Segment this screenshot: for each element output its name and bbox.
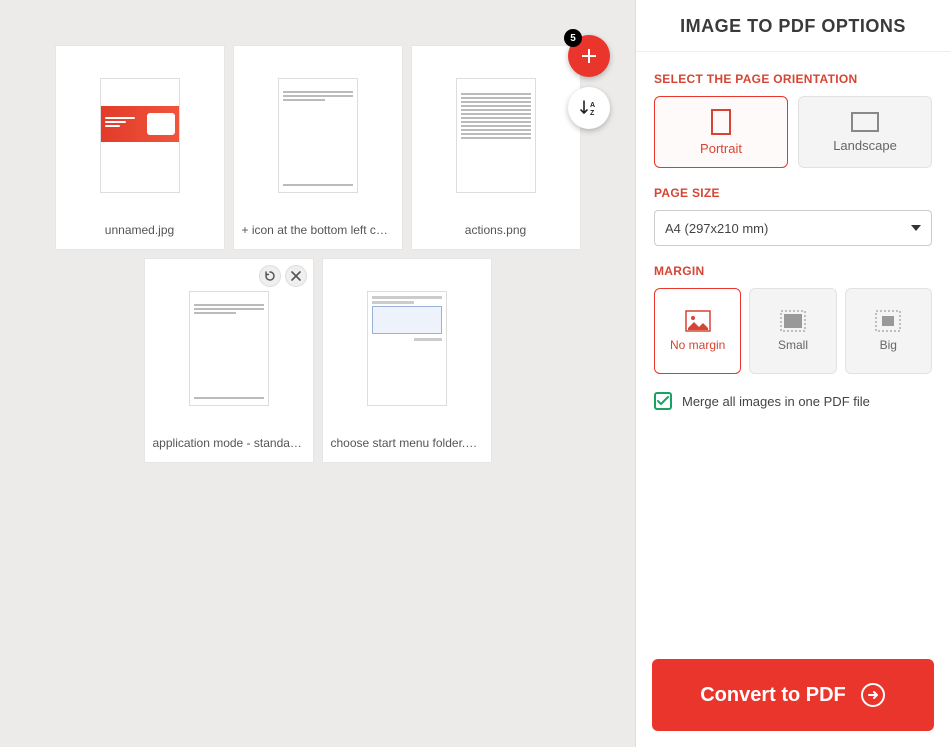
image-icon — [685, 310, 711, 332]
convert-button[interactable]: Convert to PDF — [652, 659, 934, 731]
portrait-icon — [711, 109, 731, 135]
margin-options: No margin Small Big — [654, 288, 932, 374]
landscape-icon — [851, 112, 879, 132]
file-preview — [367, 291, 447, 406]
file-preview — [456, 78, 536, 193]
pagesize-select[interactable]: A4 (297x210 mm) — [654, 210, 932, 246]
file-card[interactable]: choose start menu folder.png — [322, 258, 492, 463]
merge-checkbox[interactable] — [654, 392, 672, 410]
arrow-circle-right-icon — [860, 682, 886, 708]
file-card[interactable]: + icon at the bottom left corner... — [233, 45, 403, 250]
check-icon — [657, 395, 669, 407]
convert-label: Convert to PDF — [700, 684, 846, 707]
orientation-options: Portrait Landscape — [654, 96, 932, 168]
file-name: actions.png — [412, 223, 580, 237]
margin-label: MARGIN — [654, 264, 932, 278]
option-label: Landscape — [833, 138, 897, 153]
add-files-button[interactable]: 5 — [568, 35, 610, 77]
svg-text:Z: Z — [590, 110, 595, 117]
merge-label: Merge all images in one PDF file — [682, 394, 870, 409]
file-name: + icon at the bottom left corner... — [234, 223, 402, 237]
options-panel: IMAGE TO PDF OPTIONS SELECT THE PAGE ORI… — [635, 0, 950, 747]
file-name: choose start menu folder.png — [323, 436, 491, 450]
panel-body: SELECT THE PAGE ORIENTATION Portrait Lan… — [636, 52, 950, 643]
option-label: No margin — [670, 338, 725, 352]
file-preview — [189, 291, 269, 406]
margin-big[interactable]: Big — [845, 288, 932, 374]
orientation-landscape[interactable]: Landscape — [798, 96, 932, 168]
caret-down-icon — [911, 225, 921, 231]
option-label: Big — [880, 338, 897, 352]
file-preview — [278, 78, 358, 193]
thumb-actions — [259, 265, 307, 287]
file-name: application mode - standard p... — [145, 436, 313, 450]
file-card[interactable]: actions.png — [411, 45, 581, 250]
rotate-button[interactable] — [259, 265, 281, 287]
pagesize-label: PAGE SIZE — [654, 186, 932, 200]
file-card[interactable]: application mode - standard p... — [144, 258, 314, 463]
remove-button[interactable] — [285, 265, 307, 287]
sort-az-icon: A Z — [578, 97, 600, 119]
panel-title: IMAGE TO PDF OPTIONS — [636, 0, 950, 52]
orientation-portrait[interactable]: Portrait — [654, 96, 788, 168]
file-thumbnail-grid: unnamed.jpg + icon at the bottom left cor… — [38, 45, 598, 463]
orientation-label: SELECT THE PAGE ORIENTATION — [654, 72, 932, 86]
margin-small[interactable]: Small — [749, 288, 836, 374]
pagesize-value: A4 (297x210 mm) — [665, 221, 768, 236]
file-card[interactable]: unnamed.jpg — [55, 45, 225, 250]
workspace: unnamed.jpg + icon at the bottom left cor… — [0, 0, 635, 747]
margin-none[interactable]: No margin — [654, 288, 741, 374]
file-count-badge: 5 — [564, 29, 582, 47]
file-preview — [100, 78, 180, 193]
sort-button[interactable]: A Z — [568, 87, 610, 129]
merge-option[interactable]: Merge all images in one PDF file — [654, 392, 932, 410]
plus-icon — [579, 46, 599, 66]
rotate-icon — [264, 270, 276, 282]
option-label: Portrait — [700, 141, 742, 156]
margin-small-icon — [780, 310, 806, 332]
option-label: Small — [778, 338, 808, 352]
svg-text:A: A — [590, 102, 595, 109]
close-icon — [291, 271, 301, 281]
file-name: unnamed.jpg — [56, 223, 224, 237]
margin-big-icon — [875, 310, 901, 332]
floating-actions: 5 A Z — [568, 35, 610, 129]
